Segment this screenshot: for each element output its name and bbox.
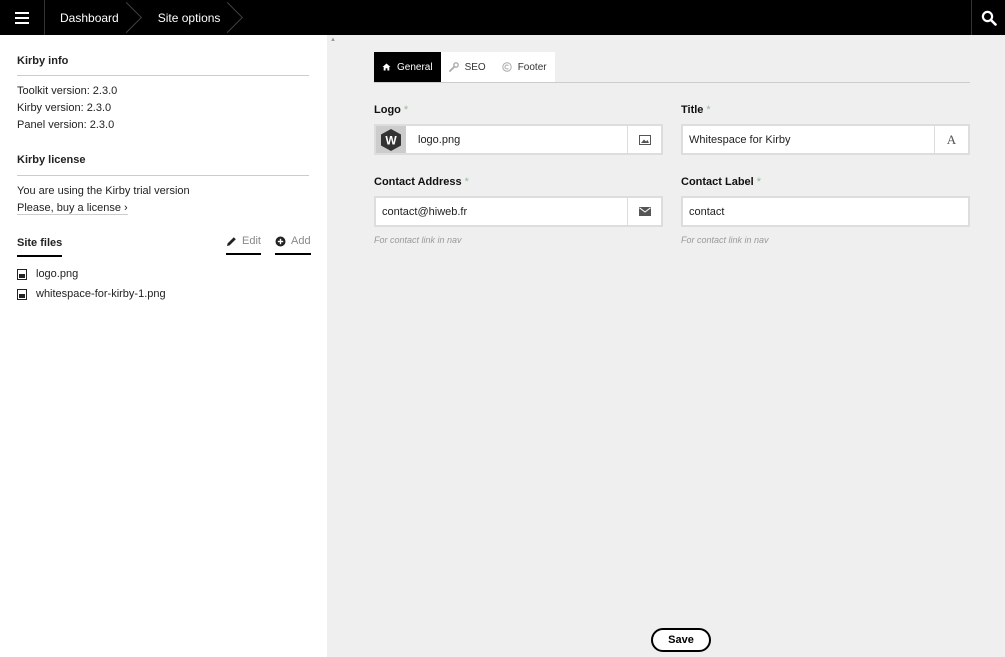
image-file-icon <box>17 268 27 280</box>
license-body: You are using the Kirby trial version Pl… <box>17 183 309 217</box>
tab-label: General <box>397 61 433 73</box>
contact-label-label: Contact Label * <box>681 176 762 188</box>
tabs-divider <box>374 82 970 83</box>
contact-address-help: For contact link in nav <box>374 235 462 245</box>
tab-footer[interactable]: Footer <box>493 52 555 82</box>
divider <box>17 75 309 76</box>
home-icon <box>382 63 391 71</box>
title-field: A <box>681 124 970 155</box>
kirby-info-section: Kirby info <box>17 55 309 71</box>
contact-label-field <box>681 196 970 227</box>
envelope-icon <box>638 207 651 216</box>
sidebar: Kirby info Toolkit version: 2.3.0 Kirby … <box>0 35 327 657</box>
kirby-info-heading: Kirby info <box>17 55 69 67</box>
search-button[interactable] <box>971 0 1005 35</box>
pencil-icon <box>227 236 236 246</box>
logo-label: Logo * <box>374 104 409 116</box>
svg-text:W: W <box>385 133 397 147</box>
logo-image-button[interactable] <box>627 126 661 153</box>
site-files-header: Site files Edit Add <box>17 235 311 259</box>
panel-version: Panel version: 2.3.0 <box>17 119 115 131</box>
site-files-heading: Site files <box>17 237 63 257</box>
logo-field: W <box>374 124 663 155</box>
email-icon-button[interactable] <box>627 198 661 225</box>
contact-label-help: For contact link in nav <box>681 235 769 245</box>
kirby-license-heading: Kirby license <box>17 154 86 166</box>
title-input[interactable] <box>683 126 934 153</box>
breadcrumb-site-options[interactable]: Site options <box>134 0 236 35</box>
tab-label: Footer <box>517 61 547 73</box>
file-item[interactable]: logo.png <box>17 268 78 280</box>
file-item[interactable]: whitespace-for-kirby-1.png <box>17 288 166 300</box>
title-label: Title * <box>681 104 711 116</box>
image-icon <box>638 134 651 145</box>
file-name: logo.png <box>36 268 79 280</box>
top-bar: Dashboard Site options <box>0 0 1005 35</box>
license-text: You are using the Kirby trial version <box>17 185 190 197</box>
buy-license-link[interactable]: Please, buy a license › <box>17 202 128 215</box>
search-icon <box>981 10 997 26</box>
divider <box>17 175 309 176</box>
contact-label-input[interactable] <box>683 198 968 225</box>
menu-button[interactable] <box>0 0 45 35</box>
form-tabs: General SEO Footer <box>374 52 555 82</box>
copyright-icon <box>502 62 512 72</box>
save-button[interactable]: Save <box>651 628 711 652</box>
logo-input[interactable] <box>406 126 627 153</box>
edit-files-button[interactable]: Edit <box>226 235 261 255</box>
contact-address-label: Contact Address * <box>374 176 469 188</box>
font-icon-button[interactable]: A <box>934 126 968 153</box>
plus-circle-icon <box>275 236 286 246</box>
wrench-icon <box>448 62 459 72</box>
breadcrumb: Dashboard Site options <box>45 0 235 35</box>
contact-address-input[interactable] <box>376 198 627 225</box>
kirby-info-lines: Toolkit version: 2.3.0 Kirby version: 2.… <box>17 83 309 134</box>
hamburger-icon <box>15 11 29 24</box>
kirby-license-section: Kirby license <box>17 154 309 170</box>
scroll-up-arrow-icon[interactable]: ▲ <box>330 37 336 43</box>
file-name: whitespace-for-kirby-1.png <box>36 288 166 300</box>
logo-hexagon-icon: W <box>381 128 401 151</box>
contact-address-field <box>374 196 663 227</box>
tab-label: SEO <box>464 61 486 73</box>
toolkit-version: Toolkit version: 2.3.0 <box>17 85 118 97</box>
font-icon: A <box>946 131 957 147</box>
tab-seo[interactable]: SEO <box>440 52 494 82</box>
add-file-button[interactable]: Add <box>275 235 311 255</box>
edit-label: Edit <box>242 235 261 247</box>
add-label: Add <box>291 235 311 247</box>
tab-general[interactable]: General <box>374 52 441 82</box>
logo-thumbnail: W <box>376 126 406 153</box>
image-file-icon <box>17 288 27 300</box>
breadcrumb-dashboard[interactable]: Dashboard <box>45 0 134 35</box>
kirby-version: Kirby version: 2.3.0 <box>17 102 112 114</box>
